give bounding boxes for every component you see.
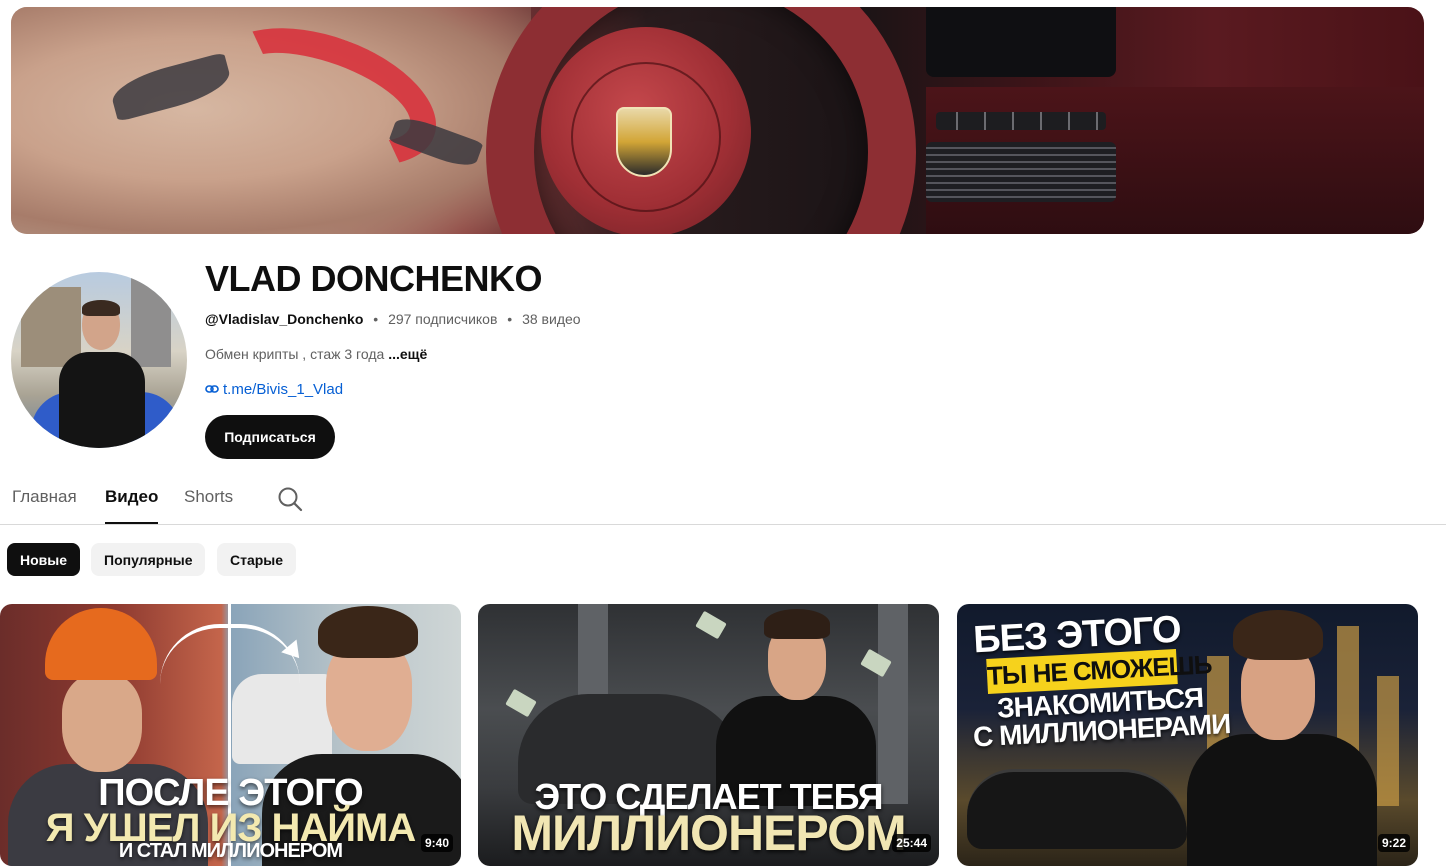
- channel-description[interactable]: Обмен крипты , стаж 3 года ...ещё: [205, 346, 427, 362]
- thumb-person-shirt: [1187, 734, 1377, 866]
- money-bill-graphic: [695, 610, 727, 640]
- description-more-link[interactable]: ...ещё: [388, 346, 427, 362]
- tab-shorts[interactable]: Shorts: [184, 487, 233, 507]
- thumb-hard-hat: [45, 608, 157, 680]
- search-icon[interactable]: [276, 485, 304, 513]
- chip-popular[interactable]: Популярные: [91, 543, 206, 576]
- subscriber-count: 297 подписчиков: [388, 311, 498, 327]
- thumb-person-hair: [1233, 610, 1323, 660]
- link-icon: [205, 382, 219, 397]
- channel-meta: @Vladislav_Donchenko • 297 подписчиков •…: [205, 311, 581, 327]
- channel-name: VLAD DONCHENKO: [205, 258, 543, 299]
- subscribe-button[interactable]: Подписаться: [205, 415, 335, 459]
- video-duration: 9:22: [1377, 834, 1410, 852]
- banner-screen: [926, 7, 1116, 77]
- meta-separator: •: [507, 311, 513, 327]
- video-thumbnail[interactable]: ЭТО СДЕЛАЕТ ТЕБЯ МИЛЛИОНЕРОМ 25:44: [478, 604, 939, 866]
- thumb-car: [967, 769, 1187, 849]
- channel-avatar[interactable]: [11, 272, 187, 448]
- video-thumbnail[interactable]: БЕЗ ЭТОГО ТЫ НЕ СМОЖЕШЬ ЗНАКОМИТЬСЯ С МИ…: [957, 604, 1418, 866]
- chip-newest[interactable]: Новые: [7, 543, 81, 576]
- avatar-person-body: [59, 352, 145, 448]
- avatar-person-hair: [82, 300, 120, 316]
- description-text: Обмен крипты , стаж 3 года: [205, 346, 389, 362]
- avatar-building: [21, 287, 81, 367]
- banner-button-row: [936, 112, 1106, 130]
- thumb-person-hair: [318, 606, 418, 658]
- thumb-pillar: [878, 604, 908, 804]
- tab-home[interactable]: Главная: [12, 487, 77, 507]
- video-count: 38 видео: [522, 311, 581, 327]
- channel-tabs: Главная Видео Shorts: [0, 470, 1446, 525]
- channel-banner: [11, 7, 1424, 234]
- banner-crest-logo: [616, 107, 672, 177]
- money-bill-graphic: [505, 688, 537, 718]
- video-thumbnail[interactable]: ПОСЛЕ ЭТОГО Я УШЕЛ ИЗ НАЙМА И СТАЛ МИЛЛИ…: [0, 604, 461, 866]
- channel-handle: @Vladislav_Donchenko: [205, 311, 364, 327]
- thumb-car: [232, 674, 332, 764]
- channel-page: VLAD DONCHENKO @Vladislav_Donchenko • 29…: [0, 0, 1446, 866]
- thumb-tower: [1377, 676, 1399, 806]
- channel-link-text[interactable]: t.me/Bivis_1_Vlad: [223, 381, 343, 398]
- video-duration: 9:40: [420, 834, 453, 852]
- meta-separator: •: [373, 311, 379, 327]
- tab-videos[interactable]: Видео: [105, 487, 159, 524]
- thumb-person-hair: [764, 609, 830, 639]
- thumbnail-text: МИЛЛИОНЕРОМ: [511, 805, 906, 861]
- chip-oldest[interactable]: Старые: [217, 543, 297, 576]
- video-duration: 25:44: [892, 834, 931, 852]
- avatar-building: [131, 277, 171, 367]
- thumb-person-face: [62, 674, 142, 772]
- thumbnail-text: И СТАЛ МИЛЛИОНЕРОМ: [118, 840, 343, 862]
- arrow-graphic: [160, 624, 300, 684]
- channel-link[interactable]: t.me/Bivis_1_Vlad: [205, 381, 343, 398]
- banner-vent: [926, 142, 1116, 202]
